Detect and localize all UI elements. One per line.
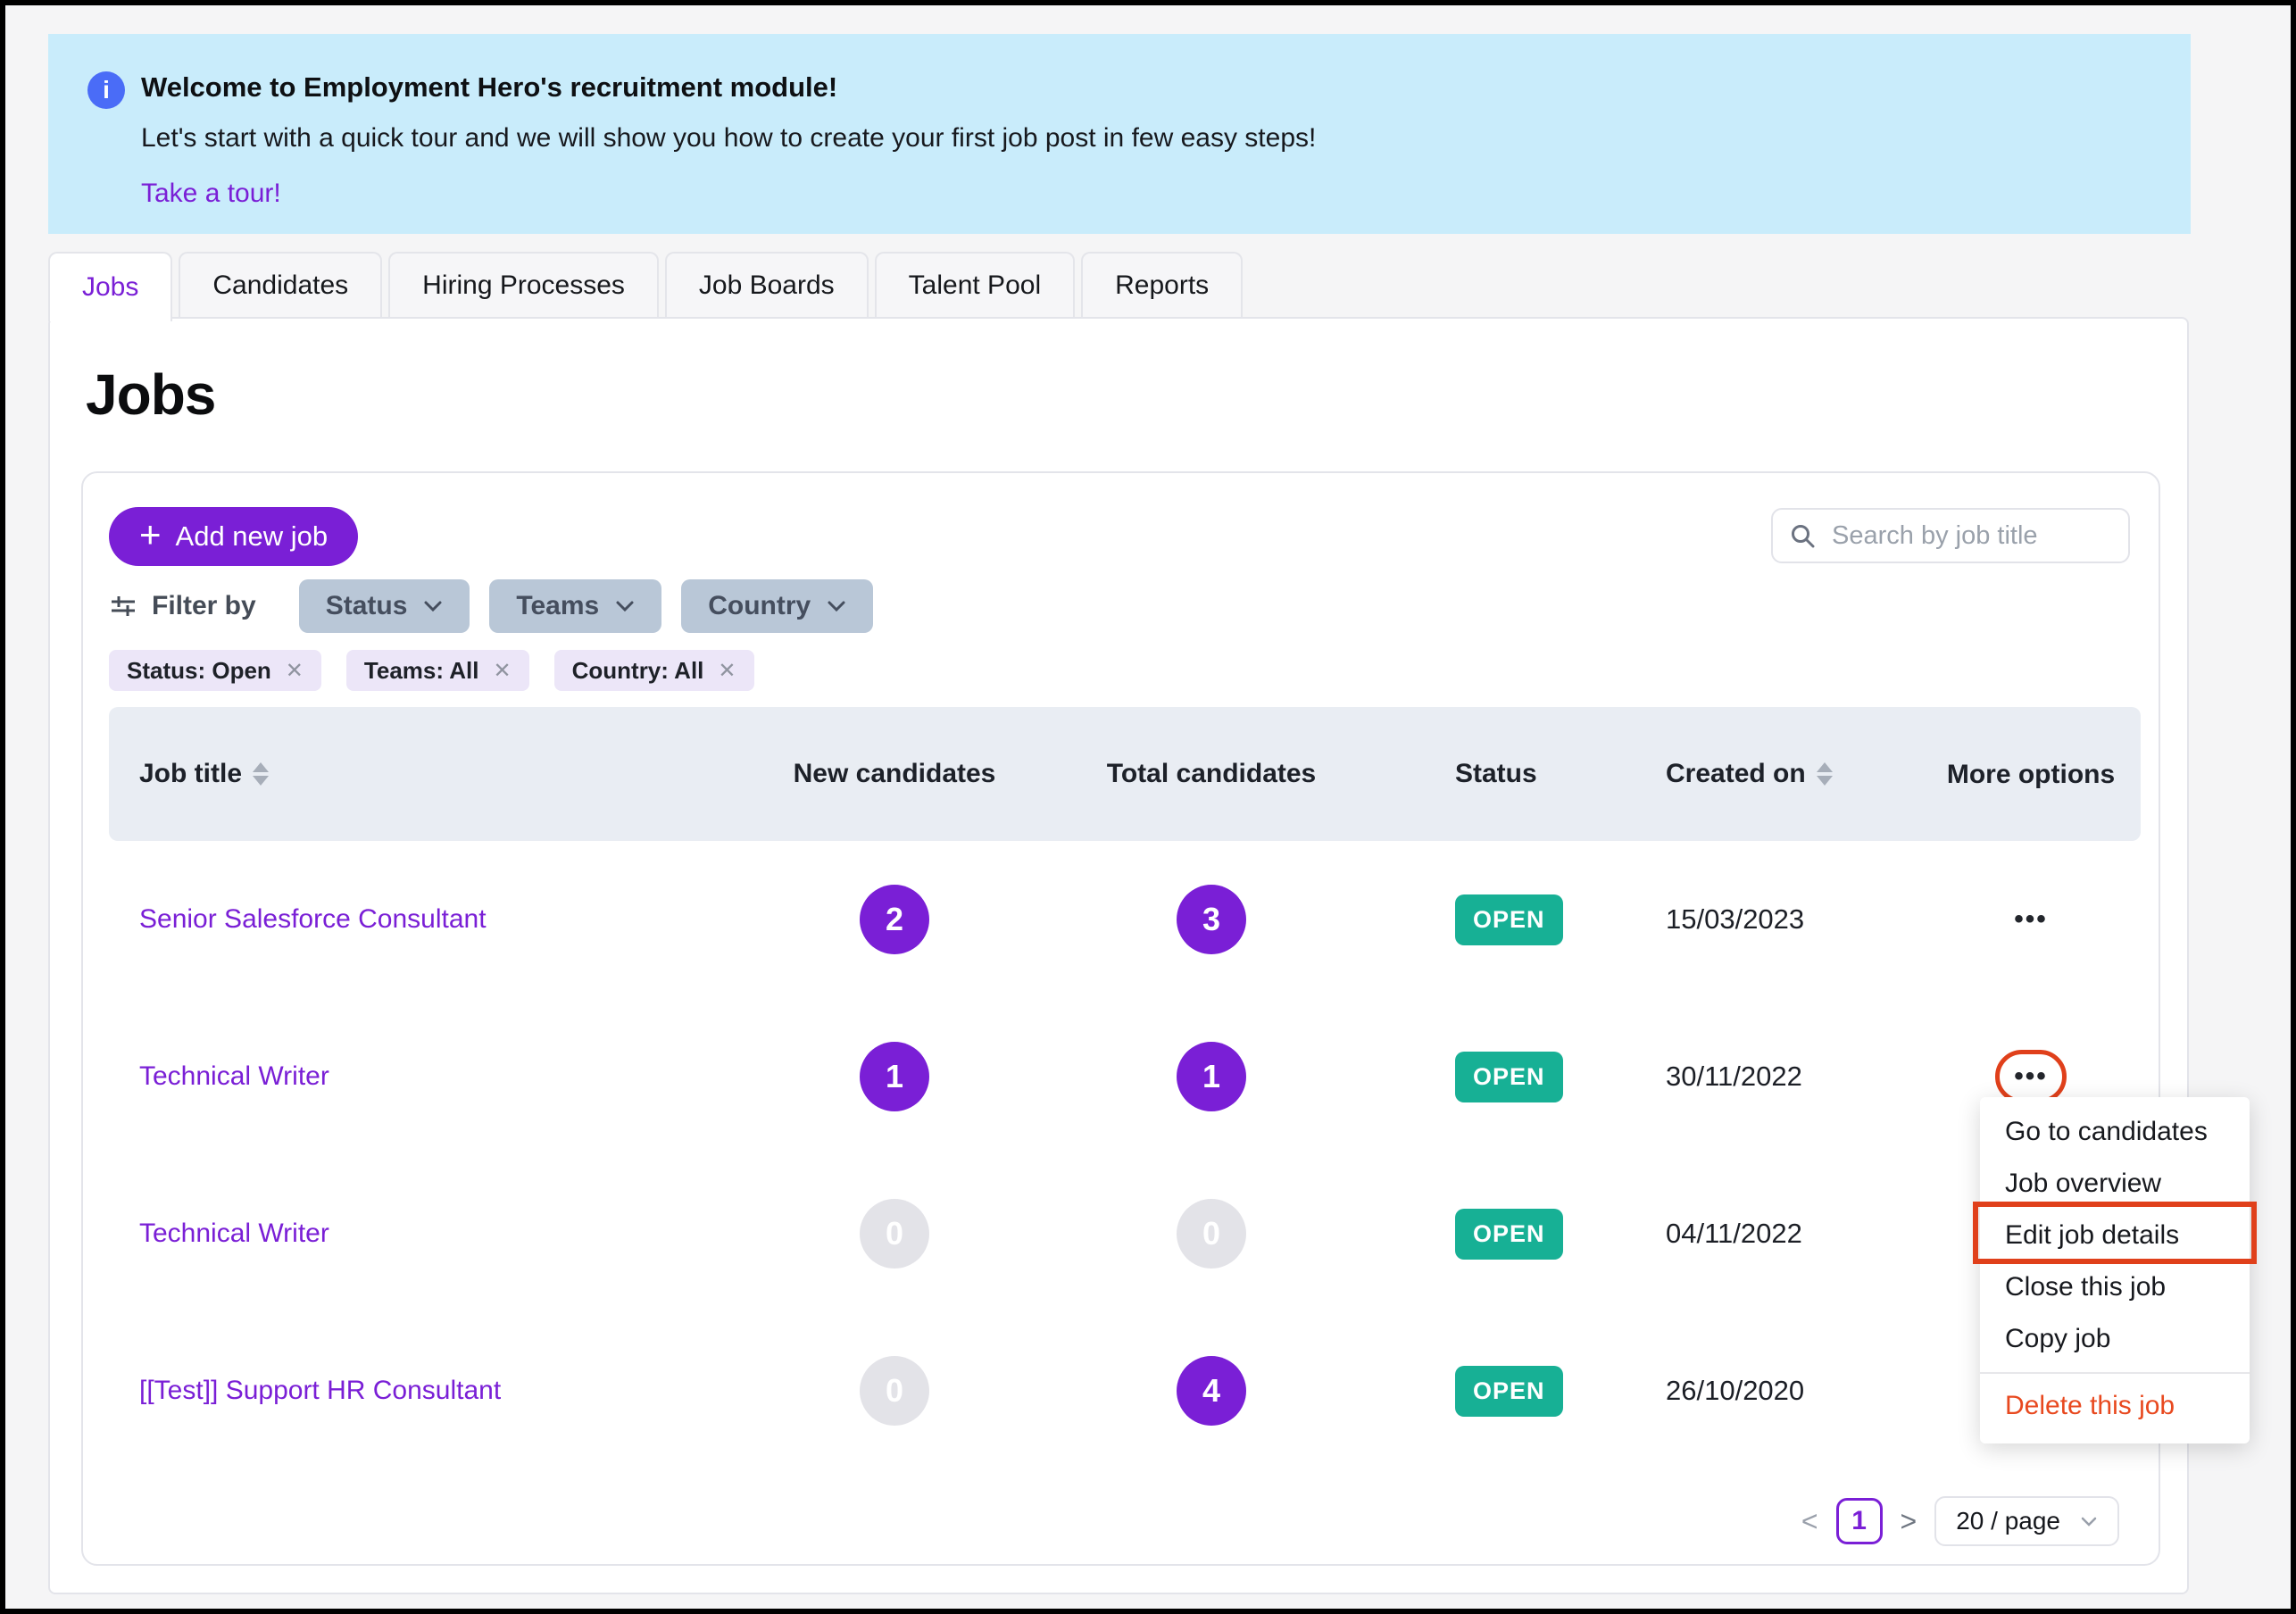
row-context-menu: Go to candidates Job overview Edit job d… (1980, 1097, 2250, 1443)
banner-title: Welcome to Employment Hero's recruitment… (141, 71, 838, 103)
chip-close-icon[interactable]: ✕ (718, 658, 736, 684)
status-badge: OPEN (1455, 1208, 1563, 1260)
ellipsis-icon: ••• (2014, 904, 2048, 934)
next-page-button[interactable]: > (1901, 1505, 1917, 1538)
created-on-date: 30/11/2022 (1666, 1061, 1802, 1092)
menu-item-delete-this-job[interactable]: Delete this job (1980, 1377, 2250, 1435)
tab-hiring-processes[interactable]: Hiring Processes (388, 252, 659, 317)
header-status: Status (1455, 759, 1537, 788)
filter-row: Filter by Status Teams Country (109, 578, 893, 634)
chevron-down-icon (828, 601, 845, 612)
header-created-on: Created on (1666, 759, 1806, 788)
pagination: < 1 > 20 / page (1801, 1496, 2119, 1546)
menu-item-edit-job-details[interactable]: Edit job details (1980, 1210, 2250, 1261)
page-title: Jobs (86, 362, 216, 427)
menu-divider (1980, 1372, 2250, 1374)
job-title-link[interactable]: Senior Salesforce Consultant (139, 904, 487, 934)
chip-label: Status: Open (127, 656, 271, 684)
info-icon-glyph: i (103, 76, 110, 104)
menu-item-go-to-candidates[interactable]: Go to candidates (1980, 1106, 2250, 1158)
current-page-button[interactable]: 1 (1835, 1498, 1883, 1544)
chip-close-icon[interactable]: ✕ (286, 658, 304, 684)
header-new-candidates: New candidates (793, 759, 996, 788)
chip-label: Teams: All (363, 656, 479, 684)
jobs-card: + Add new job Filter (81, 471, 2160, 1566)
table-row: [[Test]] Support HR Consultant 0 4 OPEN … (109, 1312, 2141, 1469)
chip-label: Country: All (571, 656, 704, 684)
chevron-down-icon (2081, 1517, 2097, 1527)
status-dropdown-label: Status (325, 591, 408, 620)
created-on-date: 15/03/2023 (1666, 903, 1805, 935)
created-on-date: 04/11/2022 (1666, 1218, 1802, 1249)
banner-subtitle: Let's start with a quick tour and we wil… (141, 123, 1317, 153)
take-a-tour-link[interactable]: Take a tour! (141, 179, 281, 209)
chevron-down-icon (424, 601, 442, 612)
tab-jobs[interactable]: Jobs (48, 252, 173, 321)
created-on-date: 26/10/2020 (1666, 1375, 1805, 1406)
filter-by-text: Filter by (152, 591, 256, 620)
previous-page-button[interactable]: < (1801, 1505, 1818, 1538)
country-dropdown-label: Country (708, 591, 811, 620)
header-job-title: Job title (139, 759, 243, 788)
header-more-options: More options (1946, 759, 2116, 789)
page-size-select[interactable]: 20 / page (1934, 1496, 2119, 1546)
chip-status-open[interactable]: Status: Open ✕ (109, 650, 321, 691)
more-options-button-highlighted[interactable]: ••• (1995, 1050, 2067, 1103)
tab-talent-pool[interactable]: Talent Pool (874, 252, 1076, 317)
filter-by-label: Filter by (109, 591, 256, 621)
country-filter-dropdown[interactable]: Country (681, 579, 874, 633)
more-options-button[interactable]: ••• (2014, 906, 2048, 933)
sort-created-on-icon[interactable] (1816, 762, 1833, 786)
status-badge: OPEN (1455, 1051, 1563, 1102)
new-candidates-badge: 0 (860, 1356, 929, 1426)
active-filter-chips: Status: Open ✕ Teams: All ✕ Country: All… (109, 650, 754, 691)
search-icon (1792, 525, 1815, 548)
job-title-link[interactable]: Technical Writer (139, 1061, 329, 1091)
info-icon: i (87, 71, 125, 109)
filter-sliders-icon (112, 596, 135, 616)
total-candidates-badge: 4 (1177, 1356, 1246, 1426)
tab-reports[interactable]: Reports (1081, 252, 1244, 317)
new-candidates-badge: 1 (860, 1042, 929, 1111)
total-candidates-badge: 3 (1177, 885, 1246, 954)
status-badge: OPEN (1455, 1365, 1563, 1417)
status-filter-dropdown[interactable]: Status (298, 579, 470, 633)
new-candidates-badge: 0 (860, 1199, 929, 1269)
tab-job-boards[interactable]: Job Boards (664, 252, 869, 317)
header-total-candidates: Total candidates (1106, 759, 1317, 788)
add-new-job-label: Add new job (175, 520, 329, 552)
chevron-down-icon (616, 601, 634, 612)
module-tabs: Jobs Candidates Hiring Processes Job Boa… (48, 252, 1244, 321)
jobs-panel: Jobs + Add new job Search by job title F… (48, 317, 2189, 1594)
ellipsis-icon: ••• (2014, 1061, 2048, 1091)
menu-item-copy-job[interactable]: Copy job (1980, 1313, 2250, 1365)
total-candidates-badge: 0 (1177, 1199, 1246, 1269)
recruitment-module-screen: i Welcome to Employment Hero's recruitme… (0, 0, 2296, 1614)
table-row: Senior Salesforce Consultant 2 3 OPEN 15… (109, 841, 2141, 998)
chip-close-icon[interactable]: ✕ (494, 658, 512, 684)
table-row: Technical Writer 0 0 OPEN 04/11/2022 ••• (109, 1155, 2141, 1312)
table-header: Job title New candidates Total candidate… (109, 707, 2141, 841)
job-title-link[interactable]: Technical Writer (139, 1219, 329, 1248)
search-input[interactable] (1830, 520, 2112, 552)
jobs-table: Job title New candidates Total candidate… (109, 707, 2141, 1469)
new-candidates-badge: 2 (860, 885, 929, 954)
chip-country-all[interactable]: Country: All ✕ (553, 650, 754, 691)
add-new-job-button[interactable]: + Add new job (109, 507, 359, 566)
teams-dropdown-label: Teams (516, 591, 600, 620)
teams-filter-dropdown[interactable]: Teams (489, 579, 662, 633)
chip-teams-all[interactable]: Teams: All ✕ (345, 650, 529, 691)
status-badge: OPEN (1455, 894, 1563, 945)
job-title-link[interactable]: [[Test]] Support HR Consultant (139, 1376, 501, 1405)
table-row: Technical Writer 1 1 OPEN 30/11/2022 ••• (109, 998, 2141, 1155)
sort-job-title-icon[interactable] (253, 762, 270, 786)
menu-item-job-overview[interactable]: Job overview (1980, 1158, 2250, 1210)
search-box (1771, 508, 2130, 563)
total-candidates-badge: 1 (1177, 1042, 1246, 1111)
page-size-value: 20 / page (1956, 1507, 2060, 1535)
tab-candidates[interactable]: Candidates (179, 252, 383, 317)
menu-item-close-this-job[interactable]: Close this job (1980, 1261, 2250, 1313)
welcome-banner: i Welcome to Employment Hero's recruitme… (48, 34, 2191, 234)
